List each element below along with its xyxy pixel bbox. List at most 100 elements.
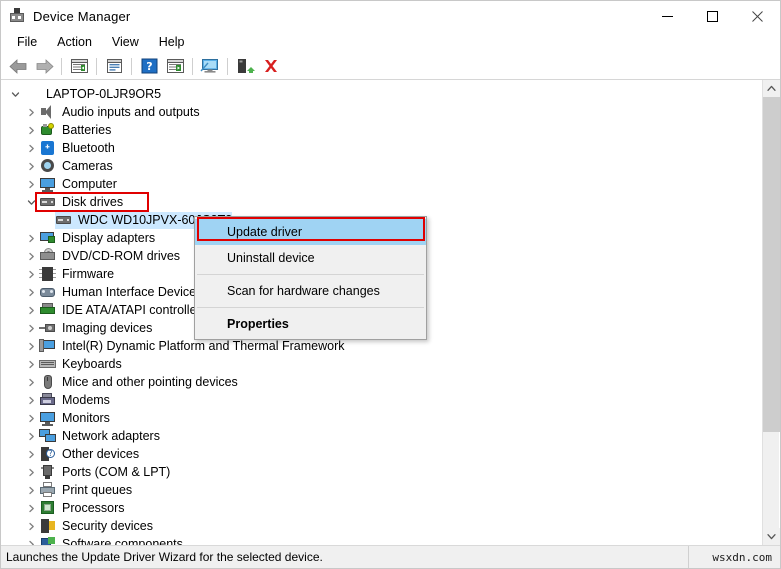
tree-row-root[interactable]: LAPTOP-0LJR9OR5 xyxy=(1,85,756,103)
chevron-right-icon[interactable] xyxy=(23,247,39,265)
chevron-down-icon[interactable] xyxy=(7,85,23,103)
chevron-right-icon[interactable] xyxy=(23,283,39,301)
watermark: wsxdn.com xyxy=(712,550,772,564)
tree-row-cameras[interactable]: Cameras xyxy=(1,157,756,175)
tree-row-software-components[interactable]: Software components xyxy=(1,535,756,545)
forward-icon[interactable] xyxy=(32,55,56,78)
tree-label-disk-drives: Disk drives xyxy=(62,195,124,209)
speaker-icon xyxy=(39,104,57,120)
tree-row-security-devices[interactable]: Security devices xyxy=(1,517,756,535)
chevron-right-icon[interactable] xyxy=(23,481,39,499)
context-menu-item-update-driver[interactable]: Update driver xyxy=(195,219,426,245)
security-device-icon xyxy=(39,518,57,534)
context-menu-item-uninstall-device[interactable]: Uninstall device xyxy=(195,245,426,271)
tree-row-monitors[interactable]: Monitors xyxy=(1,409,756,427)
chevron-right-icon[interactable] xyxy=(23,445,39,463)
tree-label-hid: Human Interface Devices xyxy=(62,285,203,299)
tree-row-network-adapters[interactable]: Network adapters xyxy=(1,427,756,445)
chevron-right-icon[interactable] xyxy=(23,319,39,337)
chevron-right-icon[interactable] xyxy=(23,373,39,391)
tree-row-batteries[interactable]: Batteries xyxy=(1,121,756,139)
menu-bar: File Action View Help xyxy=(1,31,780,53)
firmware-icon xyxy=(39,266,57,282)
toolbar-separator xyxy=(96,57,97,75)
tree-label-computer: Computer xyxy=(62,177,117,191)
chevron-right-icon[interactable] xyxy=(23,499,39,517)
port-icon xyxy=(39,464,57,480)
chevron-right-icon[interactable] xyxy=(23,103,39,121)
chevron-right-icon[interactable] xyxy=(23,175,39,193)
chevron-right-icon[interactable] xyxy=(23,517,39,535)
tree-row-print-queues[interactable]: Print queues xyxy=(1,481,756,499)
hid-icon xyxy=(39,284,57,300)
chevron-right-icon[interactable] xyxy=(23,139,39,157)
properties-icon[interactable] xyxy=(102,55,126,78)
scrollbar-thumb[interactable] xyxy=(763,97,780,432)
chevron-right-icon[interactable] xyxy=(23,337,39,355)
tree-row-bluetooth[interactable]: ᛭ Bluetooth xyxy=(1,139,756,157)
computer-root-icon xyxy=(23,86,41,102)
mouse-icon xyxy=(39,374,57,390)
tree-row-other-devices[interactable]: ? Other devices xyxy=(1,445,756,463)
tree-label-print-queues: Print queues xyxy=(62,483,133,497)
show-hide-action-pane-icon[interactable] xyxy=(163,55,187,78)
keyboard-icon xyxy=(39,356,57,372)
minimize-button[interactable] xyxy=(645,1,690,31)
close-button[interactable] xyxy=(735,1,780,31)
context-menu-separator xyxy=(197,307,424,308)
toolbar-separator xyxy=(227,57,228,75)
processor-icon xyxy=(39,500,57,516)
disk-drive-icon xyxy=(39,194,57,210)
tree-row-processors[interactable]: Processors xyxy=(1,499,756,517)
scroll-up-button[interactable] xyxy=(763,80,780,97)
help-icon[interactable]: ? xyxy=(137,55,161,78)
chevron-right-icon[interactable] xyxy=(23,355,39,373)
status-bar: Launches the Update Driver Wizard for th… xyxy=(1,545,780,568)
menu-help[interactable]: Help xyxy=(149,33,195,51)
chevron-right-icon[interactable] xyxy=(23,265,39,283)
chevron-right-icon[interactable] xyxy=(23,391,39,409)
chevron-right-icon[interactable] xyxy=(23,427,39,445)
vertical-scrollbar[interactable] xyxy=(762,80,780,545)
menu-view[interactable]: View xyxy=(102,33,149,51)
chevron-right-icon[interactable] xyxy=(23,463,39,481)
tree-row-computer[interactable]: Computer xyxy=(1,175,756,193)
chevron-right-icon[interactable] xyxy=(23,121,39,139)
chevron-right-icon[interactable] xyxy=(23,301,39,319)
context-menu-item-properties[interactable]: Properties xyxy=(195,311,426,337)
menu-action[interactable]: Action xyxy=(47,33,102,51)
tree-row-audio[interactable]: Audio inputs and outputs xyxy=(1,103,756,121)
toolbar-separator xyxy=(192,57,193,75)
chevron-down-icon[interactable] xyxy=(23,193,39,211)
uninstall-device-icon[interactable] xyxy=(259,55,283,78)
tree-label-ide-controllers: IDE ATA/ATAPI controllers xyxy=(62,303,207,317)
tree-row-keyboards[interactable]: Keyboards xyxy=(1,355,756,373)
show-hide-console-tree-icon[interactable] xyxy=(67,55,91,78)
modem-icon xyxy=(39,392,57,408)
monitor-icon xyxy=(39,410,57,426)
svg-text:?: ? xyxy=(146,60,152,73)
update-driver-icon[interactable] xyxy=(233,55,257,78)
context-menu-separator xyxy=(197,274,424,275)
chevron-right-icon[interactable] xyxy=(23,535,39,545)
scan-for-hardware-changes-icon[interactable] xyxy=(198,55,222,78)
context-menu[interactable]: Update driver Uninstall device Scan for … xyxy=(194,216,427,340)
context-menu-item-scan-hardware-changes[interactable]: Scan for hardware changes xyxy=(195,278,426,304)
chevron-right-icon[interactable] xyxy=(23,409,39,427)
tree-label-audio: Audio inputs and outputs xyxy=(62,105,200,119)
monitor-icon xyxy=(39,176,57,192)
menu-file[interactable]: File xyxy=(7,33,47,51)
tree-label-monitors: Monitors xyxy=(62,411,110,425)
tree-row-mice[interactable]: Mice and other pointing devices xyxy=(1,373,756,391)
tree-label-root: LAPTOP-0LJR9OR5 xyxy=(46,87,162,101)
chevron-right-icon[interactable] xyxy=(23,229,39,247)
tree-row-disk-drives[interactable]: Disk drives xyxy=(1,193,756,211)
back-icon[interactable] xyxy=(6,55,30,78)
scroll-down-button[interactable] xyxy=(763,528,780,545)
maximize-button[interactable] xyxy=(690,1,735,31)
tree-label-processors: Processors xyxy=(62,501,125,515)
tree-row-modems[interactable]: Modems xyxy=(1,391,756,409)
disk-drive-icon xyxy=(55,212,73,228)
tree-row-ports[interactable]: Ports (COM & LPT) xyxy=(1,463,756,481)
chevron-right-icon[interactable] xyxy=(23,157,39,175)
